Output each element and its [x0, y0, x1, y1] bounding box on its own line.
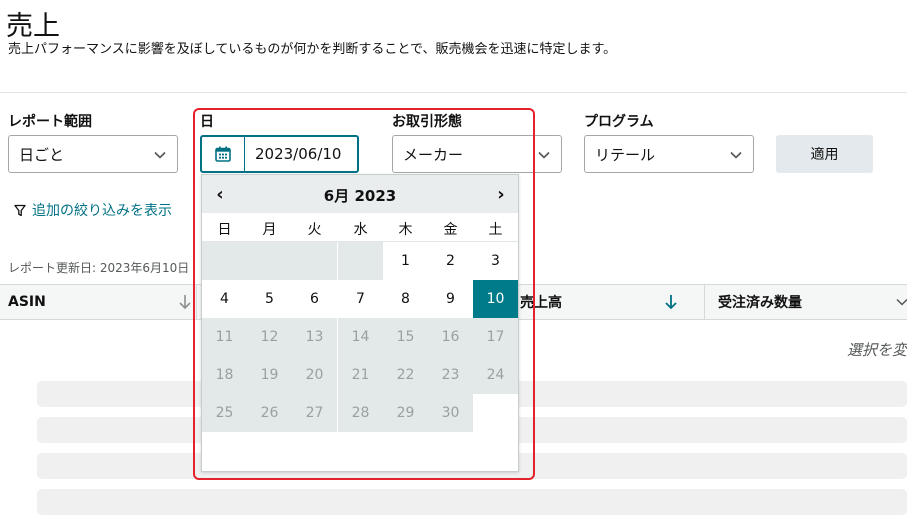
more-filters-link[interactable]: 追加の絞り込みを表示 [14, 200, 172, 220]
page-subtitle: 売上パフォーマンスに影響を及ぼしているものが何かを判断することで、販売機会を迅速… [8, 42, 617, 57]
more-filters-label: 追加の絞り込みを表示 [32, 203, 172, 219]
column-divider [704, 285, 705, 319]
report-updated-text: レポート更新日: 2023年6月10日 [8, 261, 190, 275]
chevron-down-icon[interactable] [896, 296, 907, 308]
arrow-down-icon[interactable] [664, 294, 678, 310]
chevron-down-icon [730, 151, 742, 159]
annotation-highlight-box [193, 108, 535, 480]
report-range-value: 日ごと [19, 145, 65, 164]
header-divider [0, 92, 907, 93]
table-placeholder-text: 選択を変 [846, 341, 907, 359]
program-select[interactable]: リテール [584, 135, 754, 173]
report-range-label: レポート範囲 [8, 114, 92, 130]
chevron-down-icon [538, 151, 550, 159]
filter-icon [14, 204, 26, 216]
program-value: リテール [595, 145, 656, 164]
chevron-down-icon [154, 151, 166, 159]
report-range-select[interactable]: 日ごと [8, 135, 178, 173]
column-header-asin[interactable]: ASIN [8, 285, 46, 319]
skeleton-row [37, 489, 907, 515]
apply-button[interactable]: 適用 [776, 135, 873, 173]
column-header-ordered-units[interactable]: 受注済み数量 [718, 285, 802, 319]
program-label: プログラム [584, 114, 654, 130]
arrow-down-icon[interactable] [178, 294, 192, 310]
